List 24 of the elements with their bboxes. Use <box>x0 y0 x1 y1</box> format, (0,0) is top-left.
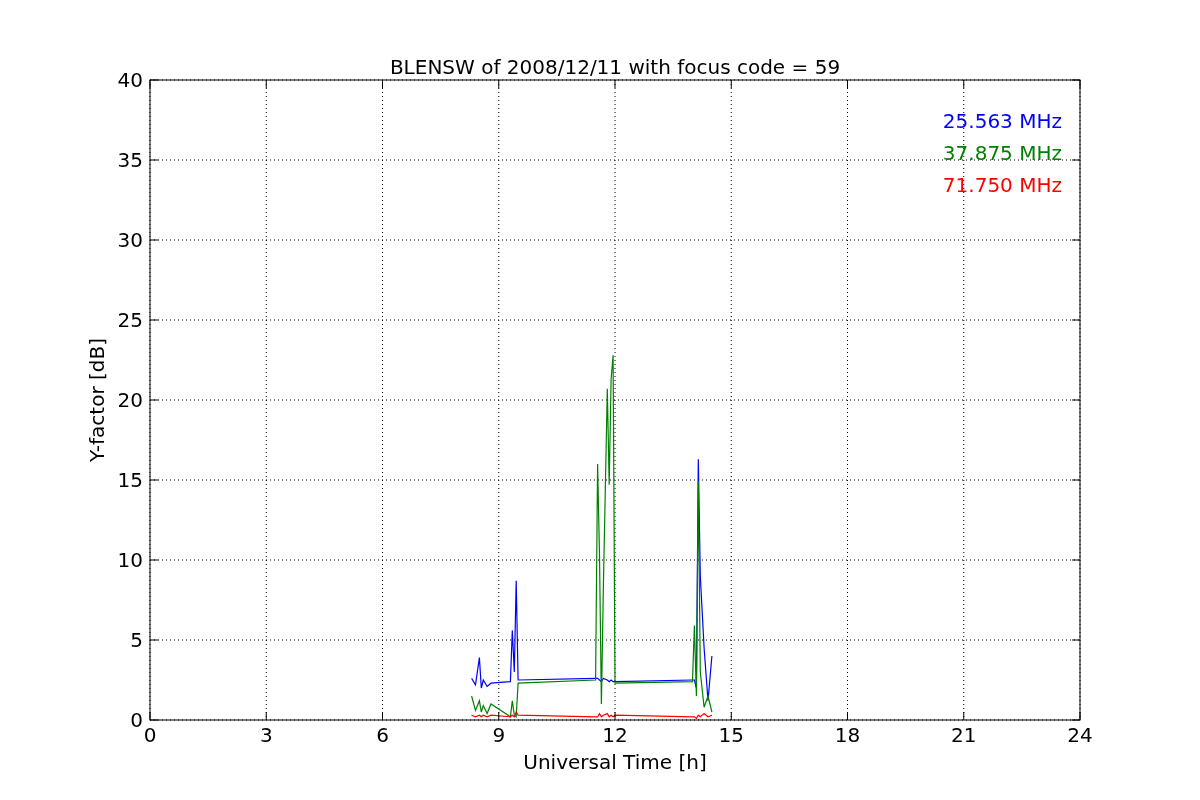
legend-label: 71.750 MHz <box>942 173 1062 197</box>
x-tick-label: 24 <box>1067 723 1093 747</box>
x-tick-label: 9 <box>492 723 506 747</box>
x-tick-label: 21 <box>951 723 977 747</box>
y-tick-label: 15 <box>117 468 143 492</box>
chart-title: BLENSW of 2008/12/11 with focus code = 59 <box>389 55 841 79</box>
x-tick-label: 3 <box>259 723 273 747</box>
legend-label: 37.875 MHz <box>942 141 1062 165</box>
x-tick-label: 15 <box>718 723 744 747</box>
y-tick-label: 30 <box>117 228 143 252</box>
y-tick-label: 5 <box>130 628 143 652</box>
y-tick-label: 10 <box>117 548 143 572</box>
y-axis-label: Y-factor [dB] <box>85 338 109 462</box>
legend-label: 25.563 MHz <box>942 109 1062 133</box>
x-axis-label: Universal Time [h] <box>523 750 707 774</box>
y-tick-label: 0 <box>130 708 143 732</box>
x-tick-label: 6 <box>376 723 389 747</box>
y-tick-label: 20 <box>117 388 143 412</box>
x-tick-label: 18 <box>834 723 861 747</box>
x-tick-label: 0 <box>143 723 157 747</box>
y-tick-label: 35 <box>117 148 143 172</box>
x-tick-label: 12 <box>602 723 628 747</box>
y-tick-label: 40 <box>117 68 143 92</box>
y-tick-label: 25 <box>117 308 143 332</box>
